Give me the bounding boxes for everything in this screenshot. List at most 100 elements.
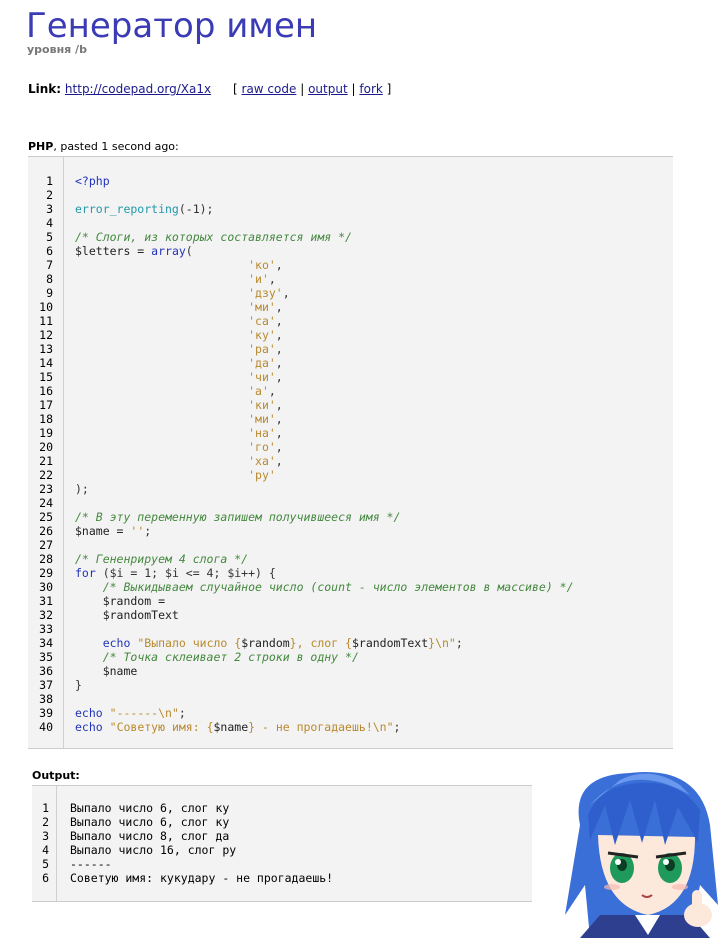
line-number: 24 [39, 496, 53, 510]
line-number: 33 [39, 622, 53, 636]
code-text: $name [75, 664, 144, 678]
code-text: /* Точка склеивает 2 строки в одну */ [75, 650, 359, 664]
raw-code-link[interactable]: raw code [242, 82, 297, 96]
line-number: 38 [39, 692, 53, 706]
code-token: 'ру' [248, 468, 276, 482]
code-text: 'ко', [75, 258, 283, 272]
fork-link[interactable]: fork [359, 82, 382, 96]
code-token: /* В эту переменную запишем получившееся… [75, 510, 401, 524]
code-token: 'ми' [248, 412, 276, 426]
line-number: 39 [39, 706, 53, 720]
code-text: 'да', [75, 356, 283, 370]
code-token: /* Точка склеивает 2 строки в одну */ [102, 650, 359, 664]
code-token: , [282, 286, 290, 300]
line-number: 9 [46, 286, 53, 300]
code-text: 'ха', [75, 454, 283, 468]
code-token: , [275, 356, 283, 370]
line-number: 18 [39, 412, 53, 426]
line-number: 16 [39, 384, 53, 398]
line-number: 32 [39, 608, 53, 622]
code-token: $letters = [75, 244, 152, 258]
code-token: , [275, 398, 283, 412]
output-block: 1 Выпало число 6, слог ку 2 Выпало число 6,… [32, 785, 532, 902]
line-number: 37 [39, 678, 53, 692]
line-number: 21 [39, 454, 53, 468]
code-token: 'ра' [248, 342, 276, 356]
line-number: 4 [46, 216, 53, 230]
code-text: 'на', [75, 426, 283, 440]
line-number: 22 [39, 468, 53, 482]
line-number: 26 [39, 524, 53, 538]
code-token: $name [213, 720, 249, 734]
line-number: 2 [46, 188, 53, 202]
code-token: "Советую имя: { [109, 720, 214, 734]
line-number: 12 [39, 328, 53, 342]
code-token: "------\n" [109, 706, 179, 720]
line-number: 8 [46, 272, 53, 286]
page-subtitle: уровня /b [27, 43, 87, 56]
link-bar: Link: http://codepad.org/Xa1x [28, 82, 211, 96]
code-token: 'и' [248, 272, 269, 286]
line-number: 6 [46, 244, 53, 258]
code-token: , [275, 412, 283, 426]
code-token: $name = [75, 524, 131, 538]
output-link[interactable]: output [308, 82, 348, 96]
code-token: 'ки' [248, 398, 276, 412]
code-text: ); [75, 482, 89, 496]
code-text: 'чи', [75, 370, 283, 384]
code-text: echo "Советую имя: {$name} - не прогадае… [75, 720, 400, 734]
close-bracket: ] [386, 82, 392, 96]
code-token: }\n" [428, 636, 456, 650]
code-token: , [275, 258, 283, 272]
open-bracket: [ [233, 82, 238, 96]
output-label: Output: [32, 769, 80, 782]
code-text: 'а', [75, 384, 276, 398]
code-token: , [275, 370, 283, 384]
code-text: echo "------\n"; [75, 706, 186, 720]
code-token: ; [144, 524, 152, 538]
code-token: , [275, 314, 283, 328]
code-text: <?php [75, 174, 110, 188]
line-number: 40 [39, 720, 53, 734]
code-text: } [75, 678, 82, 692]
code-token: 'ми' [248, 300, 276, 314]
code-token: /* Гененрируем 4 слога */ [75, 552, 249, 566]
code-token: echo [102, 636, 131, 650]
code-token: $name [75, 664, 145, 678]
code-text: $randomText [75, 608, 179, 622]
code-text: $name = ''; [75, 524, 151, 538]
paste-url-link[interactable]: http://codepad.org/Xa1x [65, 82, 211, 96]
code-token: array [151, 244, 186, 258]
code-text: /* Слоги, из которых составляется имя */ [75, 230, 352, 244]
code-token: , [268, 272, 276, 286]
code-text: 'ки', [75, 398, 283, 412]
code-text: /* Выкидываем случайное число (count - ч… [75, 580, 574, 594]
line-number: 10 [39, 300, 53, 314]
line-number: 11 [39, 314, 53, 328]
output-text: Выпало число 6, слог ку [70, 815, 230, 829]
anime-mascot-image [565, 772, 718, 938]
code-token: "Выпало число { [137, 636, 242, 650]
line-number: 29 [39, 566, 53, 580]
line-number: 25 [39, 510, 53, 524]
line-number: 3 [42, 829, 49, 843]
code-token: ( [185, 244, 193, 258]
code-token: ; [393, 720, 401, 734]
code-token: $random [241, 636, 290, 650]
line-number: 35 [39, 650, 53, 664]
code-text: for ($i = 1; $i <= 4; $i++) { [75, 566, 276, 580]
code-text: 'ми', [75, 412, 283, 426]
code-token: for [75, 566, 96, 580]
code-token: (-1); [178, 202, 214, 216]
code-block: 1 <?php 2 3 error_reporting(-1); 4 5 /* Слоги, … [28, 156, 673, 749]
